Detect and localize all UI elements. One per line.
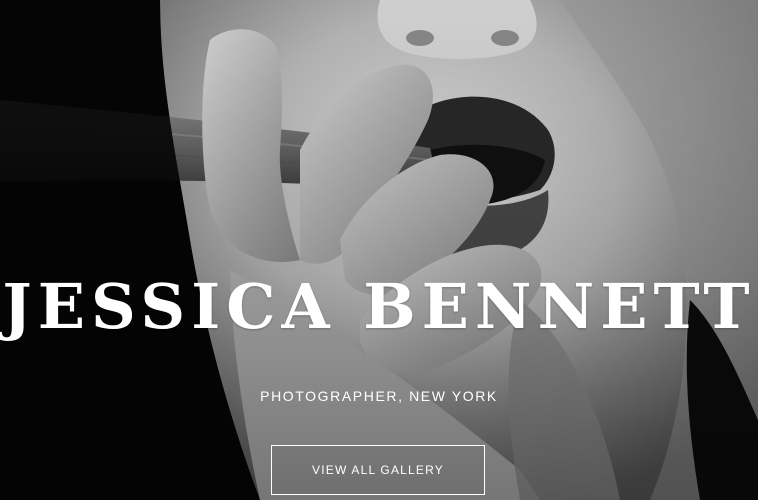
hero-subtitle: PHOTOGRAPHER, NEW YORK [260, 388, 498, 404]
hero-background-photo [0, 0, 758, 500]
view-all-gallery-label: VIEW ALL GALLERY [312, 463, 444, 477]
hero-section: JESSICA BENNETT PHOTOGRAPHER, NEW YORK V… [0, 0, 758, 500]
view-all-gallery-button[interactable]: VIEW ALL GALLERY [271, 445, 485, 495]
hero-title: JESSICA BENNETT [2, 270, 756, 343]
